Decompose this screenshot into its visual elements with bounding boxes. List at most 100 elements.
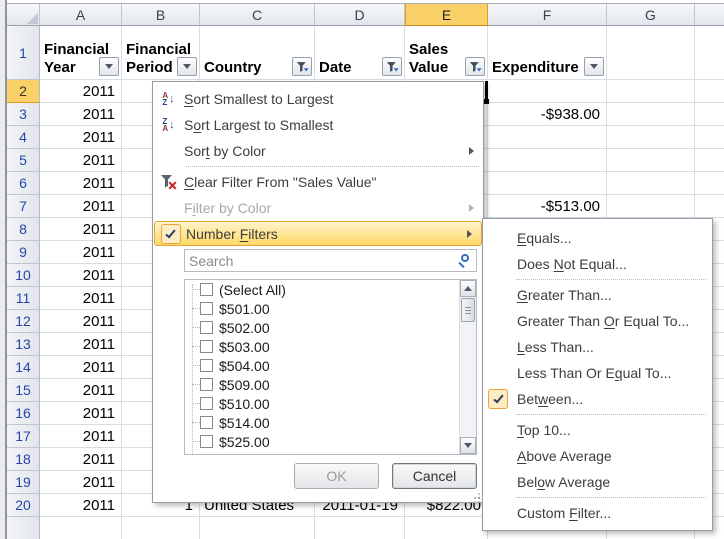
row-header-17[interactable]: 17 <box>7 425 40 448</box>
filter-active-button-e[interactable] <box>465 57 485 76</box>
menu-item-sort-largest-to-smallest[interactable]: ZA↓ Sort Largest to Smallest <box>153 112 483 138</box>
cell-a15[interactable]: 2011 <box>40 379 122 402</box>
submenu-item-custom-filter[interactable]: Custom Filter... <box>483 500 712 526</box>
cell-f4[interactable] <box>488 126 607 149</box>
cell-h1[interactable] <box>695 26 724 80</box>
filter-list-item[interactable]: $501.00 <box>185 299 476 318</box>
checkbox-unchecked[interactable] <box>200 378 213 391</box>
cell-e1-sales-value[interactable]: Sales Value <box>405 26 488 80</box>
filter-list-item[interactable]: $525.00 <box>185 432 476 451</box>
cell-h6[interactable] <box>695 172 724 195</box>
cell-f2[interactable] <box>488 80 607 103</box>
checkbox-unchecked[interactable] <box>200 321 213 334</box>
cell-g4[interactable] <box>607 126 695 149</box>
filter-list-item[interactable]: $509.00 <box>185 375 476 394</box>
scroll-down-button[interactable] <box>460 437 476 454</box>
row-header-3[interactable]: 3 <box>7 103 40 126</box>
cell-a16[interactable]: 2011 <box>40 402 122 425</box>
menu-item-number-filters[interactable]: Number Filters <box>154 221 482 246</box>
submenu-item-less-than[interactable]: Less Than... <box>483 334 712 360</box>
cell-b1-financial-period[interactable]: Financial Period <box>122 26 200 80</box>
row-header-1[interactable]: 1 <box>7 26 40 80</box>
row-header-5[interactable]: 5 <box>7 149 40 172</box>
filter-list-item-partial[interactable] <box>185 451 476 455</box>
row-header-19[interactable]: 19 <box>7 471 40 494</box>
cell-b21[interactable] <box>122 517 200 539</box>
cell-h5[interactable] <box>695 149 724 172</box>
cell-a20[interactable]: 2011 <box>40 494 122 517</box>
filter-list-item[interactable]: $510.00 <box>185 394 476 413</box>
column-header-b[interactable]: B <box>122 4 200 26</box>
column-header-f[interactable]: F <box>488 4 607 26</box>
row-header-9[interactable]: 9 <box>7 241 40 264</box>
cell-a10[interactable]: 2011 <box>40 264 122 287</box>
filter-dropdown-button-b[interactable] <box>177 57 197 76</box>
cell-f7[interactable]: -$513.00 <box>488 195 607 218</box>
cell-h4[interactable] <box>695 126 724 149</box>
filter-list-item[interactable]: $504.00 <box>185 356 476 375</box>
cell-a6[interactable]: 2011 <box>40 172 122 195</box>
filter-list-item[interactable]: $503.00 <box>185 337 476 356</box>
checkbox-unchecked[interactable] <box>200 435 213 448</box>
column-header-partial[interactable] <box>695 4 724 26</box>
scroll-up-button[interactable] <box>460 280 476 297</box>
cell-a4[interactable]: 2011 <box>40 126 122 149</box>
cell-e21[interactable] <box>405 517 488 539</box>
cell-a21[interactable] <box>40 517 122 539</box>
submenu-item-does-not-equal[interactable]: Does Not Equal... <box>483 251 712 277</box>
cell-a1-financial-year[interactable]: Financial Year <box>40 26 122 80</box>
submenu-item-greater-than-or-equal[interactable]: Greater Than Or Equal To... <box>483 308 712 334</box>
checkbox-unchecked[interactable] <box>200 397 213 410</box>
cell-a13[interactable]: 2011 <box>40 333 122 356</box>
row-header-18[interactable]: 18 <box>7 448 40 471</box>
cell-a17[interactable]: 2011 <box>40 425 122 448</box>
filter-list-item[interactable]: $502.00 <box>185 318 476 337</box>
row-header-20[interactable]: 20 <box>7 494 40 517</box>
row-header-10[interactable]: 10 <box>7 264 40 287</box>
cell-a8[interactable]: 2011 <box>40 218 122 241</box>
filter-active-button-c[interactable] <box>292 57 312 76</box>
row-header-12[interactable]: 12 <box>7 310 40 333</box>
row-header-11[interactable]: 11 <box>7 287 40 310</box>
filter-dropdown-button-f[interactable] <box>584 57 604 76</box>
column-header-e-selected[interactable]: E <box>405 4 488 26</box>
submenu-item-below-average[interactable]: Below Average <box>483 469 712 495</box>
column-header-d[interactable]: D <box>315 4 405 26</box>
column-header-a[interactable]: A <box>40 4 122 26</box>
row-header-4[interactable]: 4 <box>7 126 40 149</box>
cell-a3[interactable]: 2011 <box>40 103 122 126</box>
cell-a11[interactable]: 2011 <box>40 287 122 310</box>
filter-list-item-select-all[interactable]: (Select All) <box>185 280 476 299</box>
submenu-item-greater-than[interactable]: Greater Than... <box>483 282 712 308</box>
row-header-7[interactable]: 7 <box>7 195 40 218</box>
row-header-8[interactable]: 8 <box>7 218 40 241</box>
submenu-item-equals[interactable]: Equals... <box>483 225 712 251</box>
cell-g7[interactable] <box>607 195 695 218</box>
row-header-21[interactable] <box>7 517 40 539</box>
search-magnifier-icon[interactable] <box>461 254 469 262</box>
cancel-button[interactable]: Cancel <box>392 463 477 489</box>
checkbox-unchecked[interactable] <box>200 416 213 429</box>
row-header-13[interactable]: 13 <box>7 333 40 356</box>
menu-item-sort-smallest-to-largest[interactable]: AZ↓ Sort Smallest to Largest <box>153 86 483 112</box>
cell-f5[interactable] <box>488 149 607 172</box>
cell-g2[interactable] <box>607 80 695 103</box>
row-header-14[interactable]: 14 <box>7 356 40 379</box>
row-header-15[interactable]: 15 <box>7 379 40 402</box>
submenu-item-above-average[interactable]: Above Average <box>483 443 712 469</box>
search-input[interactable] <box>184 249 477 272</box>
filter-list-item[interactable]: $514.00 <box>185 413 476 432</box>
resize-grip[interactable] <box>471 490 480 499</box>
list-scrollbar[interactable] <box>459 280 476 454</box>
ok-button[interactable]: OK <box>294 463 379 489</box>
checkbox-unchecked[interactable] <box>200 283 213 296</box>
cell-h7[interactable] <box>695 195 724 218</box>
cell-a12[interactable]: 2011 <box>40 310 122 333</box>
row-header-16[interactable]: 16 <box>7 402 40 425</box>
cell-f1-expenditure[interactable]: Expenditure <box>488 26 607 80</box>
checkbox-unchecked[interactable] <box>200 359 213 372</box>
cell-a9[interactable]: 2011 <box>40 241 122 264</box>
cell-g3[interactable] <box>607 103 695 126</box>
cell-f3[interactable]: -$938.00 <box>488 103 607 126</box>
cell-h2[interactable] <box>695 80 724 103</box>
